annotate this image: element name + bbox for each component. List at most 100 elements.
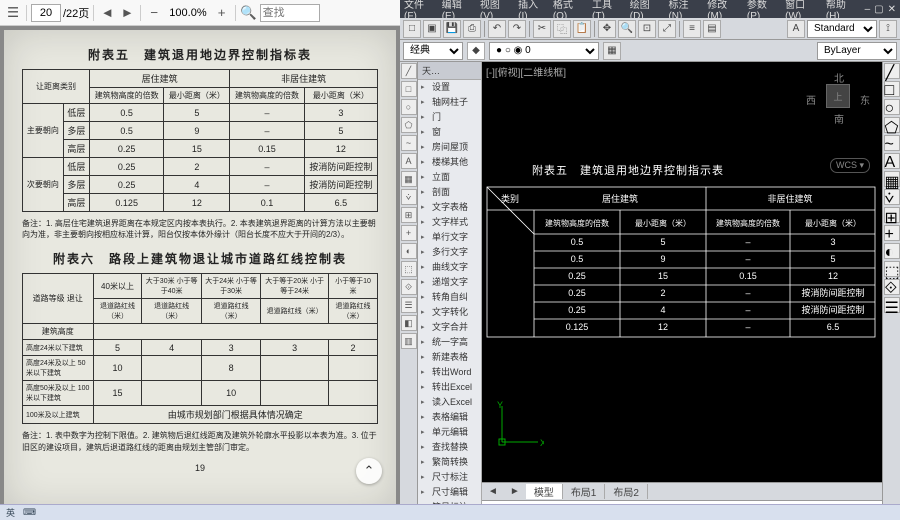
open-file-button[interactable]: ▣ <box>423 20 441 38</box>
zoom-button[interactable]: 🔍 <box>618 20 636 38</box>
tool-button[interactable]: ╱ <box>401 63 417 79</box>
tree-item[interactable]: 统一字高 <box>418 335 481 350</box>
tree-item[interactable]: 曲线文字 <box>418 260 481 275</box>
tool-button[interactable]: ⩒ <box>401 189 417 205</box>
maximize-button[interactable]: ▢ <box>874 4 883 15</box>
minimize-button[interactable]: – <box>865 4 871 15</box>
search-input[interactable] <box>260 4 320 22</box>
pdf-document-viewport[interactable]: 附表五 建筑退用地边界控制指标表 让距离类别 居住建筑 非居住建筑 建筑物高度的… <box>0 26 400 520</box>
wcs-badge[interactable]: WCS ▾ <box>830 158 870 173</box>
active-layer-dropdown[interactable]: ● ○ ◉ 0 <box>489 42 599 60</box>
undo-button[interactable]: ↶ <box>488 20 506 38</box>
tool-button[interactable]: ◐ <box>884 243 900 259</box>
tree-item[interactable]: 窗 <box>418 125 481 140</box>
zoom-extents-button[interactable]: ⤢ <box>658 20 676 38</box>
tool-button[interactable]: ⊞ <box>884 207 900 223</box>
copy-button[interactable]: ⿻ <box>553 20 571 38</box>
tool-button[interactable]: ⬚ <box>884 261 900 277</box>
tool-button[interactable]: ▦ <box>884 171 900 187</box>
tree-item[interactable]: 立面 <box>418 170 481 185</box>
tool-button[interactable]: ○ <box>401 99 417 115</box>
tool-button[interactable]: + <box>401 225 417 241</box>
zoom-out-button[interactable]: − <box>145 4 163 22</box>
tree-item[interactable]: 房间屋顶 <box>418 140 481 155</box>
tree-item[interactable]: 转角自纠 <box>418 290 481 305</box>
tool-button[interactable]: + <box>884 225 900 241</box>
tool-button[interactable]: ☰ <box>401 297 417 313</box>
tree-item[interactable]: 单元编辑 <box>418 425 481 440</box>
tree-item[interactable]: 递增文字 <box>418 275 481 290</box>
close-button[interactable]: ✕ <box>888 4 896 15</box>
workspace-dropdown[interactable]: 经典 <box>403 42 463 60</box>
properties-button[interactable]: ≡ <box>683 20 701 38</box>
pan-button[interactable]: ✥ <box>598 20 616 38</box>
tree-item[interactable]: 文字表格 <box>418 200 481 215</box>
tree-item[interactable]: 转出Excel <box>418 380 481 395</box>
tree-item[interactable]: 楼梯其他 <box>418 155 481 170</box>
tree-item[interactable]: 文字样式 <box>418 215 481 230</box>
tool-button[interactable]: ▥ <box>401 333 417 349</box>
color-dropdown[interactable]: ByLayer <box>817 42 897 60</box>
tool-button[interactable]: ⟐ <box>401 279 417 295</box>
tool-button[interactable]: ~ <box>884 135 900 151</box>
layers-button[interactable]: ▤ <box>703 20 721 38</box>
tree-item[interactable]: 多行文字 <box>418 245 481 260</box>
tool-button[interactable]: ◐ <box>401 243 417 259</box>
view-cube[interactable]: 北 南 西 东 上 <box>806 70 870 126</box>
tool-button[interactable]: ⊞ <box>401 207 417 223</box>
tree-item[interactable]: 表格编辑 <box>418 410 481 425</box>
tool-button[interactable]: □ <box>884 81 900 97</box>
tree-item[interactable]: 设置 <box>418 80 481 95</box>
layout1-tab[interactable]: 布局1 <box>563 484 606 499</box>
print-button[interactable]: ⎙ <box>463 20 481 38</box>
search-icon[interactable]: 🔍 <box>240 4 258 22</box>
tool-button[interactable]: ⟐ <box>884 279 900 295</box>
tool-button[interactable]: ⬠ <box>401 117 417 133</box>
tab-scroll-right-button[interactable]: ► <box>504 486 526 497</box>
zoom-window-button[interactable]: ⊡ <box>638 20 656 38</box>
tool-button[interactable]: ☰ <box>884 297 900 313</box>
layout2-tab[interactable]: 布局2 <box>605 484 648 499</box>
layer-color-swatch[interactable]: ◆ <box>467 42 485 60</box>
text-style-icon[interactable]: A <box>787 20 805 38</box>
page-number-input[interactable] <box>31 4 61 22</box>
os-taskbar[interactable]: 英 ⌨ <box>0 504 900 520</box>
prev-page-button[interactable]: ◄ <box>98 4 116 22</box>
redo-button[interactable]: ↷ <box>508 20 526 38</box>
tool-button[interactable]: ⬚ <box>401 261 417 277</box>
tree-item[interactable]: 剖面 <box>418 185 481 200</box>
new-file-button[interactable]: □ <box>403 20 421 38</box>
zoom-in-button[interactable]: + <box>213 4 231 22</box>
tool-button[interactable]: ~ <box>401 135 417 151</box>
dim-style-icon[interactable]: ⟟ <box>879 20 897 38</box>
cut-button[interactable]: ✂ <box>533 20 551 38</box>
ime-indicator[interactable]: 英 <box>6 506 15 519</box>
scroll-to-top-button[interactable]: ⌃ <box>356 458 382 484</box>
tool-button[interactable]: A <box>884 153 900 169</box>
paste-button[interactable]: 📋 <box>573 20 591 38</box>
model-tab[interactable]: 模型 <box>526 484 563 499</box>
tree-item[interactable]: 读入Excel <box>418 395 481 410</box>
tree-item[interactable]: 文字转化 <box>418 305 481 320</box>
tool-button[interactable]: ▦ <box>401 171 417 187</box>
tool-button[interactable]: A <box>401 153 417 169</box>
viewport-label[interactable]: [-][俯视][二维线框] <box>486 64 566 79</box>
tree-item[interactable]: 轴网柱子 <box>418 95 481 110</box>
tool-button[interactable]: ◧ <box>401 315 417 331</box>
tab-scroll-left-button[interactable]: ◄ <box>482 486 504 497</box>
tree-item[interactable]: 查找替换 <box>418 440 481 455</box>
tree-item[interactable]: 单行文字 <box>418 230 481 245</box>
tree-item[interactable]: 文字合并 <box>418 320 481 335</box>
sidebar-toggle-button[interactable]: ☰ <box>4 4 22 22</box>
keyboard-icon[interactable]: ⌨ <box>23 507 36 518</box>
cad-drawing-canvas[interactable]: [-][俯视][二维线框] 北 南 西 东 上 WCS ▾ 附表五 建筑退用地边… <box>482 62 882 482</box>
tree-item[interactable]: 尺寸标注 <box>418 470 481 485</box>
text-style-dropdown[interactable]: Standard <box>807 20 877 38</box>
save-button[interactable]: 💾 <box>443 20 461 38</box>
tree-item[interactable]: 繁简转换 <box>418 455 481 470</box>
tree-item[interactable]: 尺寸编辑 <box>418 485 481 500</box>
tree-item[interactable]: 门 <box>418 110 481 125</box>
next-page-button[interactable]: ► <box>118 4 136 22</box>
tool-button[interactable]: ⩒ <box>884 189 900 205</box>
tool-button[interactable]: ╱ <box>884 63 900 79</box>
